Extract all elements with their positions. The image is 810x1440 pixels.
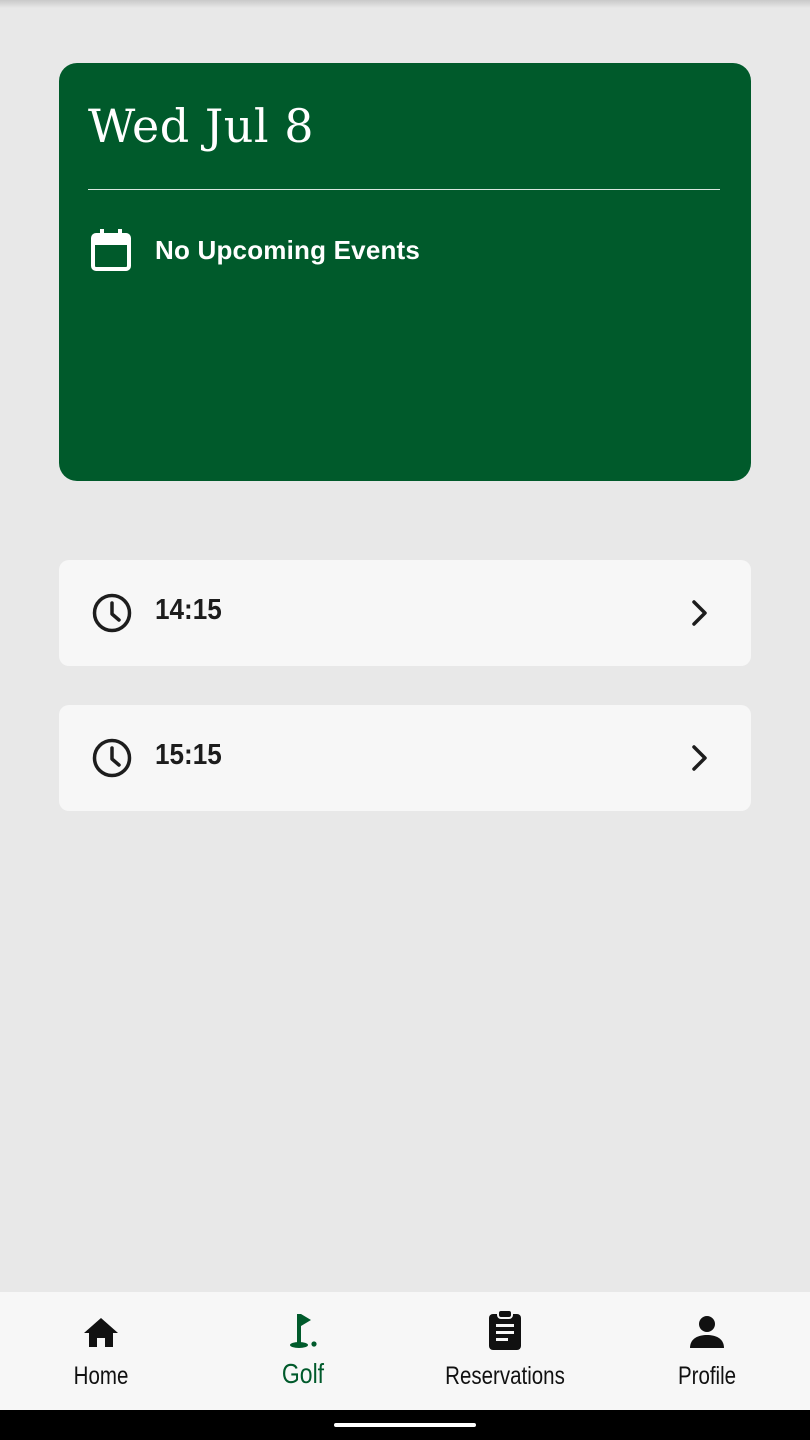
- slot-time: 14:15: [155, 594, 222, 626]
- nav-label-golf: Golf: [281, 1358, 325, 1389]
- upcoming-events-row: No Upcoming Events: [89, 227, 420, 273]
- nav-item-profile[interactable]: Profile: [606, 1292, 808, 1410]
- home-icon: [84, 1318, 118, 1347]
- chevron-right-icon: [692, 745, 707, 771]
- status-shadow: [0, 0, 810, 8]
- person-icon: [690, 1316, 724, 1348]
- home-indicator[interactable]: [334, 1423, 476, 1427]
- chevron-right-icon: [692, 600, 707, 626]
- nav-label-reservations: Reservations: [445, 1362, 565, 1390]
- time-slot[interactable]: 14:15: [59, 560, 751, 666]
- calendar-icon: [91, 229, 131, 271]
- bottom-nav: Home Golf Reservations Profile: [0, 1292, 810, 1410]
- nav-label-profile: Profile: [677, 1362, 737, 1390]
- time-slot[interactable]: 15:15: [59, 705, 751, 811]
- system-nav-bar: [0, 1410, 810, 1440]
- divider: [88, 189, 720, 190]
- clock-icon: [92, 593, 132, 633]
- clipboard-icon: [489, 1309, 521, 1350]
- nav-label-home: Home: [73, 1362, 129, 1390]
- date-card: Wed Jul 8 No Upcoming Events: [59, 63, 751, 481]
- golf-flag-icon: [290, 1314, 317, 1348]
- nav-item-home[interactable]: Home: [0, 1292, 202, 1410]
- nav-item-reservations[interactable]: Reservations: [404, 1292, 606, 1410]
- no-events-text: No Upcoming Events: [155, 234, 421, 265]
- app-screen: Wed Jul 8 No Upcoming Events 14:15 15:15…: [0, 0, 810, 1440]
- slot-time: 15:15: [155, 739, 222, 771]
- nav-item-golf[interactable]: Golf: [202, 1292, 404, 1410]
- date-title: Wed Jul 8: [88, 99, 314, 153]
- clock-icon: [92, 738, 132, 778]
